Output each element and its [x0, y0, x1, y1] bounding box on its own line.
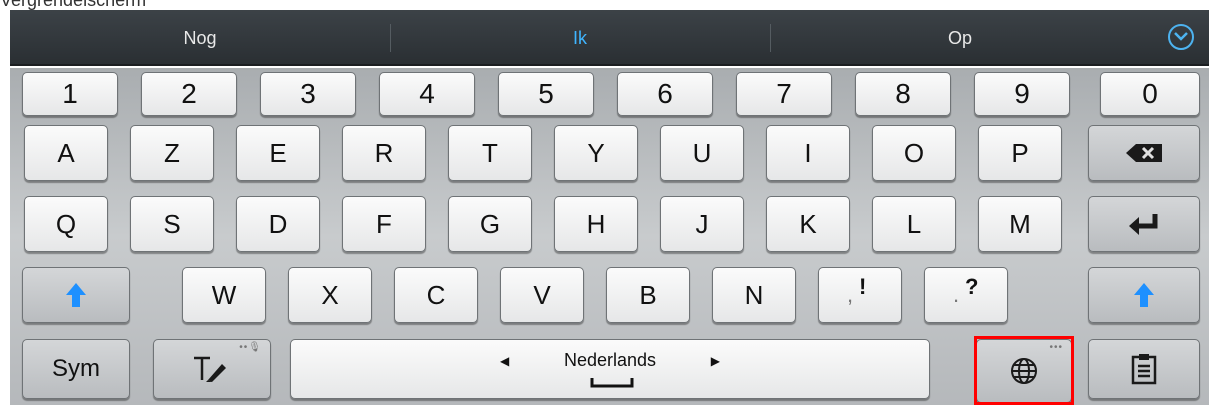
more-options-dots: ••🎙 [239, 342, 262, 353]
key-b[interactable]: B [606, 267, 690, 323]
shift-key-right[interactable] [1088, 267, 1200, 323]
key-g[interactable]: G [448, 196, 532, 252]
key-3[interactable]: 3 [260, 72, 356, 116]
suggestion-bar: Nog Ik Op [10, 10, 1209, 66]
key-s[interactable]: S [130, 196, 214, 252]
key-comma-exclamation[interactable]: , ! [818, 267, 902, 323]
backspace-key[interactable] [1088, 125, 1200, 181]
key-7[interactable]: 7 [736, 72, 832, 116]
clipboard-icon [1131, 354, 1157, 385]
key-1[interactable]: 1 [22, 72, 118, 116]
language-label: Nederlands [563, 350, 657, 370]
key-l[interactable]: L [872, 196, 956, 252]
language-next-arrow: ▶ [710, 354, 720, 368]
key-r[interactable]: R [342, 125, 426, 181]
handwriting-pen-icon [194, 356, 226, 382]
key-q[interactable]: Q [24, 196, 108, 252]
key-h[interactable]: H [554, 196, 638, 252]
key-m[interactable]: M [978, 196, 1062, 252]
key-c[interactable]: C [394, 267, 478, 323]
key-0[interactable]: 0 [1100, 72, 1200, 116]
shift-arrow-icon [66, 283, 86, 307]
key-p[interactable]: P [978, 125, 1062, 181]
period-glyph: . [953, 282, 960, 307]
key-f[interactable]: F [342, 196, 426, 252]
key-period-question[interactable]: . ? [924, 267, 1008, 323]
key-w[interactable]: W [182, 267, 266, 323]
highlight-frame [974, 336, 1074, 405]
key-k[interactable]: K [766, 196, 850, 252]
key-i[interactable]: I [766, 125, 850, 181]
key-8[interactable]: 8 [855, 72, 951, 116]
key-o[interactable]: O [872, 125, 956, 181]
sym-key[interactable]: Sym [22, 339, 130, 399]
key-6[interactable]: 6 [617, 72, 713, 116]
enter-key[interactable] [1088, 196, 1200, 252]
suggestion-2[interactable]: Ik [390, 10, 770, 66]
keyboard: 1 2 3 4 5 6 7 8 9 0 A Z E R T Y U I O P … [10, 68, 1209, 405]
key-9[interactable]: 9 [974, 72, 1070, 116]
key-x[interactable]: X [288, 267, 372, 323]
clipboard-key[interactable] [1088, 339, 1200, 399]
exclamation-glyph: ! [859, 274, 867, 299]
suggestion-3[interactable]: Op [770, 10, 1150, 66]
keyboard-screen: Vergrendelscherm Nog Ik Op 1 2 3 4 5 6 7… [0, 0, 1209, 405]
backspace-icon [1126, 144, 1162, 162]
enter-icon [1129, 214, 1158, 235]
question-glyph: ? [965, 274, 979, 299]
key-5[interactable]: 5 [498, 72, 594, 116]
shift-arrow-icon [1134, 283, 1154, 307]
suggestion-1[interactable]: Nog [10, 10, 390, 66]
key-a[interactable]: A [24, 125, 108, 181]
key-d[interactable]: D [236, 196, 320, 252]
shift-key-left[interactable] [22, 267, 130, 323]
key-t[interactable]: T [448, 125, 532, 181]
key-z[interactable]: Z [130, 125, 214, 181]
key-2[interactable]: 2 [141, 72, 237, 116]
key-u[interactable]: U [660, 125, 744, 181]
key-4[interactable]: 4 [379, 72, 475, 116]
partial-top-text: Vergrendelscherm [0, 0, 147, 10]
key-j[interactable]: J [660, 196, 744, 252]
key-y[interactable]: Y [554, 125, 638, 181]
key-e[interactable]: E [236, 125, 320, 181]
chevron-down-circle-icon[interactable] [1168, 24, 1194, 50]
handwriting-key[interactable]: ••🎙 [153, 339, 271, 399]
key-n[interactable]: N [712, 267, 796, 323]
space-key[interactable]: ◀ Nederlands ▶ [290, 339, 930, 399]
key-v[interactable]: V [500, 267, 584, 323]
comma-glyph: , [847, 282, 854, 307]
space-bar-icon [590, 378, 634, 388]
